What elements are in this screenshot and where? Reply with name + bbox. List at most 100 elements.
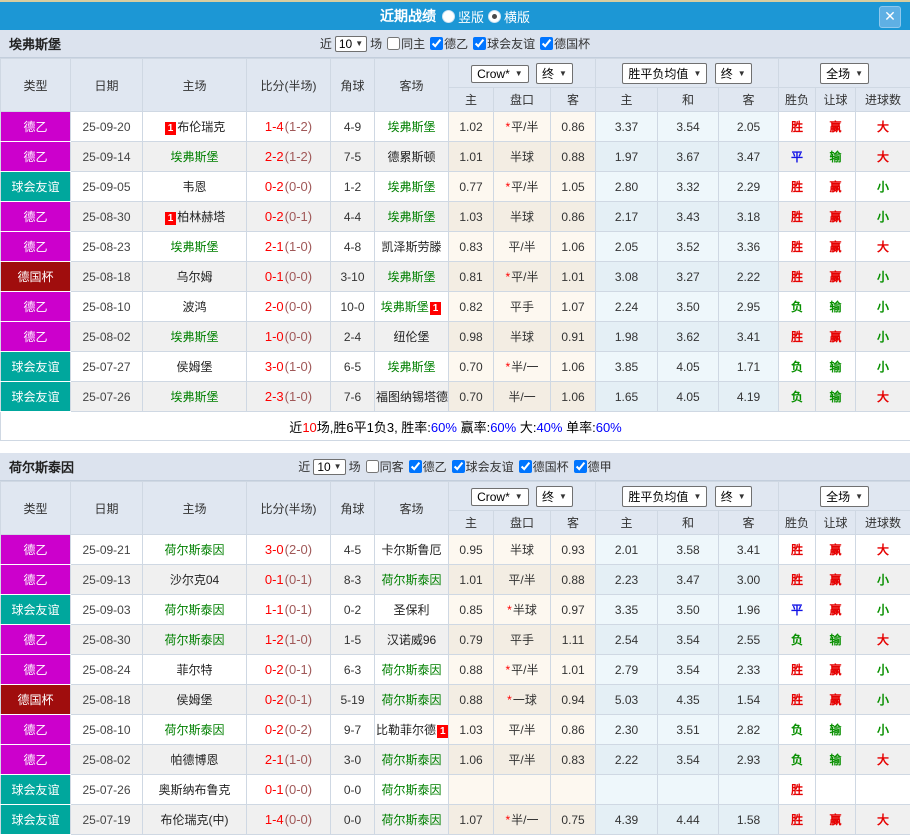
europe-final-select[interactable]: 终▼ bbox=[715, 63, 752, 84]
filter-checkbox[interactable]: 德国杯 bbox=[540, 35, 590, 52]
europe-draw-odds: 3.62 bbox=[658, 322, 719, 352]
chevron-down-icon: ▼ bbox=[559, 69, 567, 78]
handicap-line: *半/一 bbox=[494, 805, 551, 835]
home-team-name: 埃弗斯堡 bbox=[170, 240, 218, 254]
chevron-down-icon: ▼ bbox=[693, 69, 701, 78]
match-row: 德乙25-09-14埃弗斯堡2-2(1-2)7-5德累斯顿1.01半球0.881… bbox=[1, 142, 910, 172]
handicap-line: 平/半 bbox=[494, 565, 551, 595]
result-goals: 大 bbox=[856, 142, 910, 172]
result-goals: 小 bbox=[856, 685, 910, 715]
checkbox[interactable] bbox=[519, 460, 532, 473]
result-goals: 大 bbox=[856, 382, 910, 412]
col-header-europe-home: 主 bbox=[596, 88, 658, 112]
halftime-score: (0-0) bbox=[285, 269, 312, 284]
home-team-name: 沙尔克04 bbox=[170, 573, 219, 587]
col-header-type: 类型 bbox=[1, 59, 71, 112]
col-header-wdl: 胜负 bbox=[779, 511, 816, 535]
away-team-name: 荷尔斯泰因 bbox=[381, 663, 441, 677]
match-row: 球会友谊25-07-19布伦瑞克(中)1-4(0-0)0-0荷尔斯泰因1.07*… bbox=[1, 805, 910, 835]
handicap-home-odds bbox=[449, 775, 494, 805]
result-goals: 小 bbox=[856, 322, 910, 352]
away-team-name: 卡尔斯鲁厄 bbox=[381, 543, 441, 557]
filter-checkbox[interactable]: 球会友谊 bbox=[452, 458, 514, 475]
filter-checkbox[interactable]: 德乙 bbox=[430, 35, 468, 52]
halftime-score: (0-0) bbox=[285, 812, 312, 827]
away-team: 圣保利 bbox=[375, 595, 449, 625]
scope-select[interactable]: 全场▼ bbox=[820, 486, 869, 507]
match-count-select[interactable]: 10▼ bbox=[313, 459, 345, 475]
filter-checkbox[interactable]: 德国杯 bbox=[519, 458, 569, 475]
checkbox[interactable] bbox=[409, 460, 422, 473]
match-score: 1-1(0-1) bbox=[247, 595, 331, 625]
checkbox[interactable] bbox=[387, 37, 400, 50]
match-row: 德乙25-08-10波鸿2-0(0-0)10-0埃弗斯堡10.82平手1.072… bbox=[1, 292, 910, 322]
handicap-line-text: 半球 bbox=[513, 603, 537, 617]
handicap-away-odds: 0.83 bbox=[551, 745, 596, 775]
match-type-badge: 德乙 bbox=[1, 655, 71, 685]
match-count-value: 10 bbox=[317, 460, 330, 474]
europe-home-odds: 2.24 bbox=[596, 292, 658, 322]
result-wdl: 胜 bbox=[779, 172, 816, 202]
europe-away-odds: 2.05 bbox=[719, 112, 779, 142]
corner-score: 4-9 bbox=[331, 112, 375, 142]
close-button[interactable]: ✕ bbox=[879, 6, 901, 28]
europe-odds-header: 胜平负均值▼ 终▼ bbox=[596, 59, 779, 88]
checkbox[interactable] bbox=[366, 460, 379, 473]
checkbox[interactable] bbox=[430, 37, 443, 50]
result-wdl: 胜 bbox=[779, 202, 816, 232]
chevron-down-icon: ▼ bbox=[693, 492, 701, 501]
home-team-name: 帕德博恩 bbox=[170, 753, 218, 767]
match-score: 1-0(0-0) bbox=[247, 322, 331, 352]
match-count-select[interactable]: 10▼ bbox=[335, 36, 367, 52]
col-header-europe-away: 客 bbox=[719, 511, 779, 535]
scope-select[interactable]: 全场▼ bbox=[820, 63, 869, 84]
handicap-home-odds: 0.81 bbox=[449, 262, 494, 292]
match-date: 25-08-23 bbox=[71, 232, 143, 262]
europe-home-odds bbox=[596, 775, 658, 805]
odds-company-select[interactable]: Crow*▼ bbox=[471, 488, 529, 506]
away-team-name: 埃弗斯堡 bbox=[381, 300, 429, 314]
europe-home-odds: 4.39 bbox=[596, 805, 658, 835]
home-team-name: 埃弗斯堡 bbox=[170, 390, 218, 404]
wdl-average-select[interactable]: 胜平负均值▼ bbox=[622, 63, 707, 84]
wdl-average-value: 胜平负均值 bbox=[628, 488, 688, 505]
checkbox[interactable] bbox=[540, 37, 553, 50]
europe-final-select[interactable]: 终▼ bbox=[715, 486, 752, 507]
checkbox[interactable] bbox=[574, 460, 587, 473]
checkbox[interactable] bbox=[473, 37, 486, 50]
home-team: 波鸿 bbox=[143, 292, 247, 322]
home-team-name: 菲尔特 bbox=[176, 663, 212, 677]
checkbox[interactable] bbox=[452, 460, 465, 473]
match-date: 25-08-02 bbox=[71, 322, 143, 352]
corner-score: 0-2 bbox=[331, 595, 375, 625]
handicap-line bbox=[494, 775, 551, 805]
wdl-average-select[interactable]: 胜平负均值 ▼ bbox=[622, 486, 707, 507]
away-team: 凯泽斯劳滕 bbox=[375, 232, 449, 262]
away-team: 纽伦堡 bbox=[375, 322, 449, 352]
europe-draw-odds: 3.54 bbox=[658, 112, 719, 142]
match-type-badge: 德乙 bbox=[1, 625, 71, 655]
filter-checkbox[interactable]: 球会友谊 bbox=[473, 35, 535, 52]
handicap-final-select[interactable]: 终▼ bbox=[536, 486, 573, 507]
result-wdl: 平 bbox=[779, 142, 816, 172]
red-card-badge: 1 bbox=[165, 122, 177, 135]
radio-vertical-layout[interactable]: 竖版 bbox=[442, 7, 484, 26]
filter-checkbox[interactable]: 德甲 bbox=[574, 458, 612, 475]
radio-horizontal-layout[interactable]: 横版 bbox=[488, 7, 530, 26]
result-goals bbox=[856, 775, 910, 805]
early-change-star: * bbox=[505, 270, 510, 284]
filter-checkbox[interactable]: 同客 bbox=[366, 458, 404, 475]
filter-checkbox[interactable]: 同主 bbox=[387, 35, 425, 52]
filter-checkbox[interactable]: 德乙 bbox=[409, 458, 447, 475]
odds-company-select[interactable]: Crow*▼ bbox=[471, 65, 529, 83]
handicap-final-select[interactable]: 终▼ bbox=[536, 63, 573, 84]
fulltime-score: 2-1 bbox=[265, 752, 284, 767]
europe-away-odds: 2.93 bbox=[719, 745, 779, 775]
chevron-down-icon: ▼ bbox=[355, 39, 363, 48]
handicap-line-text: 平/半 bbox=[508, 753, 535, 767]
red-card-badge: 1 bbox=[437, 725, 448, 738]
away-team-name: 荷尔斯泰因 bbox=[381, 693, 441, 707]
handicap-final-value: 终 bbox=[542, 65, 554, 82]
handicap-line-text: 半球 bbox=[510, 330, 534, 344]
fulltime-score: 0-2 bbox=[265, 662, 284, 677]
